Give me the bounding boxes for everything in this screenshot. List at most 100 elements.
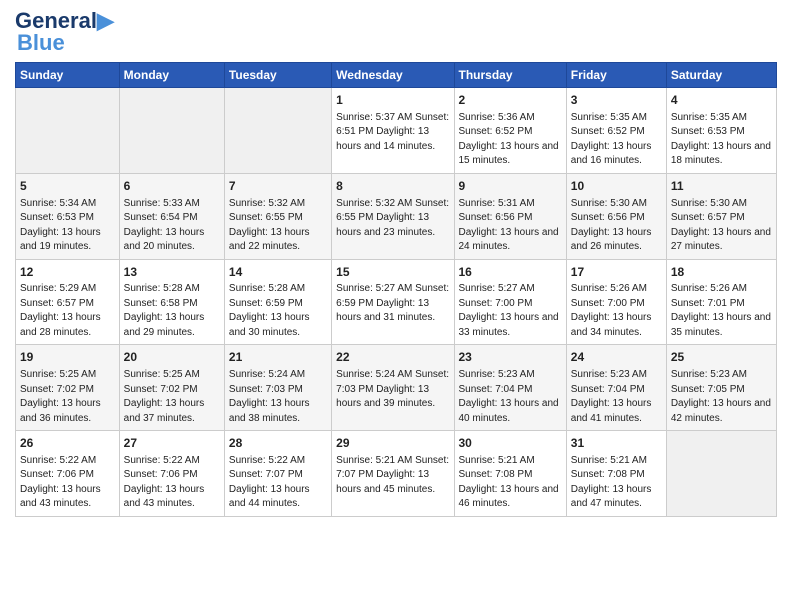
day-number: 15: [336, 264, 449, 281]
day-number: 2: [459, 92, 562, 109]
day-number: 29: [336, 435, 449, 452]
day-info: Sunrise: 5:30 AM Sunset: 6:56 PM Dayligh…: [571, 197, 662, 255]
calendar-header-row: SundayMondayTuesdayWednesdayThursdayFrid…: [16, 63, 777, 88]
day-number: 22: [336, 349, 449, 366]
calendar-cell: 16Sunrise: 5:27 AM Sunset: 7:00 PM Dayli…: [454, 259, 566, 345]
day-info: Sunrise: 5:21 AM Sunset: 7:08 PM Dayligh…: [571, 454, 662, 512]
calendar-cell: 3Sunrise: 5:35 AM Sunset: 6:52 PM Daylig…: [566, 88, 666, 174]
calendar-cell: [16, 88, 120, 174]
calendar-week-3: 12Sunrise: 5:29 AM Sunset: 6:57 PM Dayli…: [16, 259, 777, 345]
day-number: 30: [459, 435, 562, 452]
day-number: 25: [671, 349, 772, 366]
day-number: 1: [336, 92, 449, 109]
day-info: Sunrise: 5:36 AM Sunset: 6:52 PM Dayligh…: [459, 111, 562, 169]
calendar-table: SundayMondayTuesdayWednesdayThursdayFrid…: [15, 62, 777, 517]
day-number: 19: [20, 349, 115, 366]
day-number: 27: [124, 435, 220, 452]
day-info: Sunrise: 5:32 AM Sunset: 6:55 PM Dayligh…: [336, 197, 449, 241]
day-number: 12: [20, 264, 115, 281]
logo-blue: Blue: [17, 32, 65, 54]
day-info: Sunrise: 5:29 AM Sunset: 6:57 PM Dayligh…: [20, 282, 115, 340]
day-info: Sunrise: 5:31 AM Sunset: 6:56 PM Dayligh…: [459, 197, 562, 255]
day-info: Sunrise: 5:32 AM Sunset: 6:55 PM Dayligh…: [229, 197, 327, 255]
day-header-sunday: Sunday: [16, 63, 120, 88]
day-info: Sunrise: 5:37 AM Sunset: 6:51 PM Dayligh…: [336, 111, 449, 155]
day-header-saturday: Saturday: [666, 63, 776, 88]
day-info: Sunrise: 5:26 AM Sunset: 7:00 PM Dayligh…: [571, 282, 662, 340]
day-number: 16: [459, 264, 562, 281]
day-number: 17: [571, 264, 662, 281]
calendar-cell: 23Sunrise: 5:23 AM Sunset: 7:04 PM Dayli…: [454, 345, 566, 431]
day-info: Sunrise: 5:27 AM Sunset: 6:59 PM Dayligh…: [336, 282, 449, 326]
day-number: 5: [20, 178, 115, 195]
day-info: Sunrise: 5:23 AM Sunset: 7:04 PM Dayligh…: [571, 368, 662, 426]
calendar-cell: [224, 88, 331, 174]
day-info: Sunrise: 5:28 AM Sunset: 6:58 PM Dayligh…: [124, 282, 220, 340]
calendar-cell: [666, 431, 776, 517]
day-header-wednesday: Wednesday: [332, 63, 454, 88]
calendar-cell: 17Sunrise: 5:26 AM Sunset: 7:00 PM Dayli…: [566, 259, 666, 345]
calendar-cell: 26 Sunrise: 5:22 AM Sunset: 7:06 PM Dayli…: [16, 431, 120, 517]
day-header-monday: Monday: [119, 63, 224, 88]
day-info: Sunrise: 5:28 AM Sunset: 6:59 PM Dayligh…: [229, 282, 327, 340]
day-number: 20: [124, 349, 220, 366]
day-number: 7: [229, 178, 327, 195]
day-number: 26: [20, 435, 115, 452]
calendar-week-4: 19 Sunrise: 5:25 AM Sunset: 7:02 PM Dayli…: [16, 345, 777, 431]
day-info: Sunrise: 5:25 AM Sunset: 7:02 PM Dayligh…: [20, 368, 115, 426]
calendar-cell: 1 Sunrise: 5:37 AM Sunset: 6:51 PM Daylig…: [332, 88, 454, 174]
calendar-body: 1 Sunrise: 5:37 AM Sunset: 6:51 PM Daylig…: [16, 88, 777, 517]
day-info: Sunrise: 5:23 AM Sunset: 7:04 PM Dayligh…: [459, 368, 562, 426]
calendar-cell: 19 Sunrise: 5:25 AM Sunset: 7:02 PM Dayli…: [16, 345, 120, 431]
calendar-cell: 7 Sunrise: 5:32 AM Sunset: 6:55 PM Daylig…: [224, 173, 331, 259]
calendar-cell: 8 Sunrise: 5:32 AM Sunset: 6:55 PM Daylig…: [332, 173, 454, 259]
day-header-tuesday: Tuesday: [224, 63, 331, 88]
day-number: 31: [571, 435, 662, 452]
day-number: 4: [671, 92, 772, 109]
calendar-cell: 2 Sunrise: 5:36 AM Sunset: 6:52 PM Daylig…: [454, 88, 566, 174]
day-number: 13: [124, 264, 220, 281]
day-info: Sunrise: 5:26 AM Sunset: 7:01 PM Dayligh…: [671, 282, 772, 340]
calendar-cell: [119, 88, 224, 174]
calendar-cell: 12Sunrise: 5:29 AM Sunset: 6:57 PM Dayli…: [16, 259, 120, 345]
calendar-cell: 24 Sunrise: 5:23 AM Sunset: 7:04 PM Dayli…: [566, 345, 666, 431]
day-number: 28: [229, 435, 327, 452]
day-header-thursday: Thursday: [454, 63, 566, 88]
calendar-cell: 31 Sunrise: 5:21 AM Sunset: 7:08 PM Dayli…: [566, 431, 666, 517]
calendar-cell: 29 Sunrise: 5:21 AM Sunset: 7:07 PM Dayli…: [332, 431, 454, 517]
day-number: 10: [571, 178, 662, 195]
logo-text: General▶: [15, 10, 114, 32]
day-number: 24: [571, 349, 662, 366]
calendar-cell: 9Sunrise: 5:31 AM Sunset: 6:56 PM Daylig…: [454, 173, 566, 259]
calendar-cell: 10 Sunrise: 5:30 AM Sunset: 6:56 PM Dayli…: [566, 173, 666, 259]
calendar-week-5: 26 Sunrise: 5:22 AM Sunset: 7:06 PM Dayli…: [16, 431, 777, 517]
day-number: 14: [229, 264, 327, 281]
calendar-cell: 28Sunrise: 5:22 AM Sunset: 7:07 PM Dayli…: [224, 431, 331, 517]
day-number: 6: [124, 178, 220, 195]
day-info: Sunrise: 5:25 AM Sunset: 7:02 PM Dayligh…: [124, 368, 220, 426]
day-info: Sunrise: 5:27 AM Sunset: 7:00 PM Dayligh…: [459, 282, 562, 340]
calendar-cell: 20 Sunrise: 5:25 AM Sunset: 7:02 PM Dayli…: [119, 345, 224, 431]
day-info: Sunrise: 5:21 AM Sunset: 7:08 PM Dayligh…: [459, 454, 562, 512]
day-number: 21: [229, 349, 327, 366]
day-info: Sunrise: 5:24 AM Sunset: 7:03 PM Dayligh…: [336, 368, 449, 412]
day-info: Sunrise: 5:22 AM Sunset: 7:06 PM Dayligh…: [20, 454, 115, 512]
day-info: Sunrise: 5:21 AM Sunset: 7:07 PM Dayligh…: [336, 454, 449, 498]
day-number: 11: [671, 178, 772, 195]
day-number: 8: [336, 178, 449, 195]
calendar-cell: 25Sunrise: 5:23 AM Sunset: 7:05 PM Dayli…: [666, 345, 776, 431]
day-header-friday: Friday: [566, 63, 666, 88]
logo: General▶ Blue: [15, 10, 114, 54]
page-header: General▶ Blue: [15, 10, 777, 54]
day-info: Sunrise: 5:30 AM Sunset: 6:57 PM Dayligh…: [671, 197, 772, 255]
calendar-cell: 18Sunrise: 5:26 AM Sunset: 7:01 PM Dayli…: [666, 259, 776, 345]
calendar-cell: 27Sunrise: 5:22 AM Sunset: 7:06 PM Dayli…: [119, 431, 224, 517]
calendar-cell: 21 Sunrise: 5:24 AM Sunset: 7:03 PM Dayli…: [224, 345, 331, 431]
day-info: Sunrise: 5:24 AM Sunset: 7:03 PM Dayligh…: [229, 368, 327, 426]
calendar-week-2: 5Sunrise: 5:34 AM Sunset: 6:53 PM Daylig…: [16, 173, 777, 259]
calendar-week-1: 1 Sunrise: 5:37 AM Sunset: 6:51 PM Daylig…: [16, 88, 777, 174]
calendar-cell: 30 Sunrise: 5:21 AM Sunset: 7:08 PM Dayli…: [454, 431, 566, 517]
day-info: Sunrise: 5:35 AM Sunset: 6:52 PM Dayligh…: [571, 111, 662, 169]
calendar-cell: 14Sunrise: 5:28 AM Sunset: 6:59 PM Dayli…: [224, 259, 331, 345]
calendar-cell: 6Sunrise: 5:33 AM Sunset: 6:54 PM Daylig…: [119, 173, 224, 259]
